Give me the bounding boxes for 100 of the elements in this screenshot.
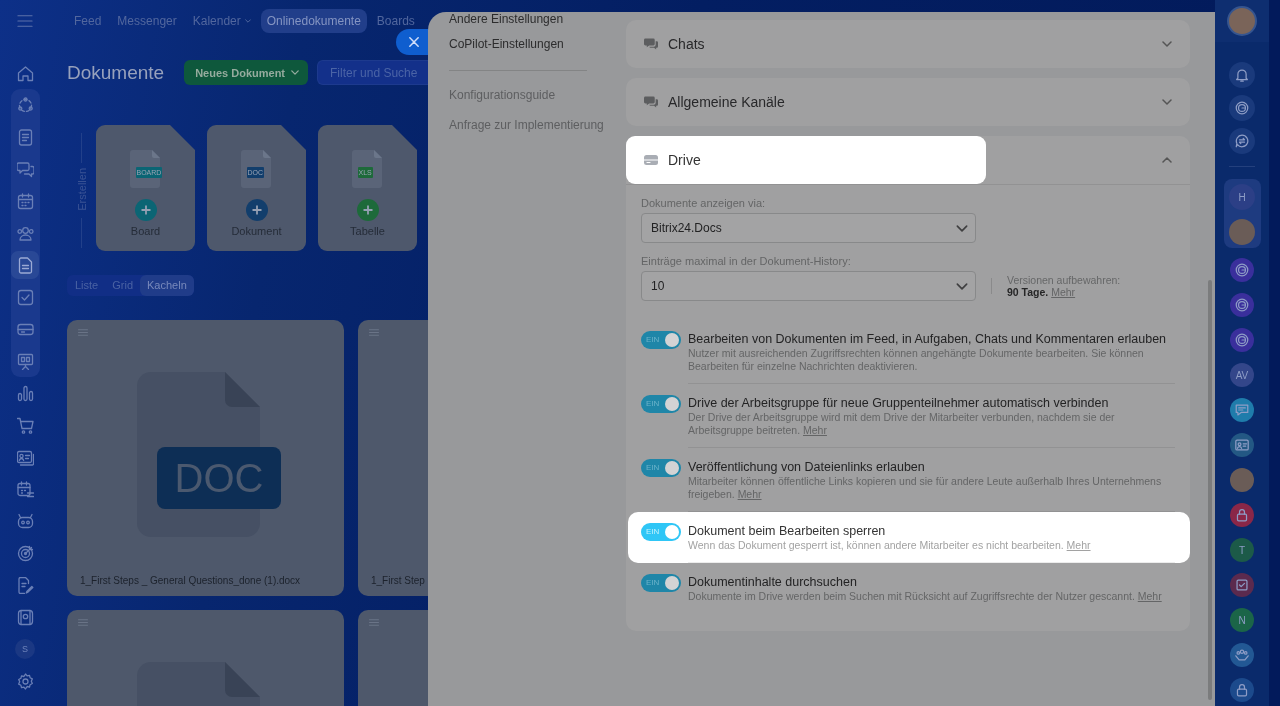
chat-arrows-icon: [1235, 134, 1249, 148]
chat-bubbles-icon: [644, 96, 658, 108]
file-name: 1_First Steps _ General Questions_done (1).docx: [80, 574, 302, 588]
settings-nav-item[interactable]: Andere Einstellungen: [449, 12, 564, 26]
more-link[interactable]: Mehr: [1051, 286, 1076, 298]
lock-icon: [1235, 683, 1249, 697]
bar-chart-icon: [16, 384, 34, 402]
quick-access-button[interactable]: [1229, 128, 1255, 154]
chat-bubbles-icon: [16, 160, 34, 178]
drag-handle-icon[interactable]: [78, 619, 88, 626]
toggle-switch[interactable]: EIN: [641, 395, 681, 413]
chat-avatar[interactable]: H: [1229, 184, 1255, 210]
chevron-up-icon[interactable]: [1162, 157, 1172, 163]
people-icon: [16, 224, 34, 242]
field-label: Einträge maximal in der Dokument-History:: [641, 254, 852, 268]
calendar-icon: [16, 192, 34, 210]
drag-handle-icon[interactable]: [369, 329, 379, 336]
nav-tab[interactable]: Boards: [370, 14, 421, 28]
drag-handle-icon[interactable]: [369, 619, 379, 626]
chat-avatar[interactable]: [1230, 643, 1254, 667]
user-avatar[interactable]: [1230, 468, 1254, 492]
help-link[interactable]: Konfigurationsguide: [449, 88, 556, 102]
caret-icon: [291, 70, 300, 75]
note-label: Versionen aufbewahren:: [1007, 274, 1121, 286]
user-avatar[interactable]: [1229, 219, 1255, 245]
home-icon: [16, 64, 34, 82]
chat-avatar[interactable]: T: [1230, 538, 1254, 562]
field-label: Dokumente anzeigen via:: [641, 196, 767, 210]
robot-icon: [16, 512, 34, 530]
chat-avatar[interactable]: [1230, 503, 1254, 527]
more-link[interactable]: Mehr: [1066, 539, 1091, 551]
section-header[interactable]: Allgemeine Kanäle: [626, 78, 785, 126]
rings-icon: [1235, 333, 1249, 347]
close-icon: [408, 37, 419, 47]
setting-title: Dokument beim Bearbeiten sperren: [688, 523, 887, 539]
contact-card-icon: [16, 448, 34, 466]
chat-avatar[interactable]: [1230, 398, 1254, 422]
file-icon: [351, 150, 382, 188]
dropdown-field[interactable]: Bitrix24.Docs: [641, 213, 976, 243]
dropdown-field[interactable]: 10: [641, 271, 976, 301]
rings-icon: [1235, 298, 1249, 312]
toggle-switch[interactable]: EIN: [641, 574, 681, 592]
chat-avatar[interactable]: [1230, 258, 1254, 282]
settings-nav-item[interactable]: CoPilot-Einstellungen: [449, 37, 564, 51]
menu-icon[interactable]: [17, 15, 33, 27]
user-avatar[interactable]: S: [15, 639, 35, 659]
file-name: 1_First Step: [371, 574, 426, 588]
chat-bubbles-icon: [644, 38, 658, 50]
calendar-list-icon: [16, 480, 34, 498]
view-tab[interactable]: Kacheln: [140, 275, 194, 296]
chevron-down-icon[interactable]: [1162, 99, 1172, 105]
more-link[interactable]: Mehr: [803, 424, 827, 436]
chat-avatar[interactable]: [1230, 573, 1254, 597]
chat-bubble-icon: [1235, 403, 1249, 417]
setting-title: Bearbeiten von Dokumenten im Feed, in Aufgaben, Chats und Kommentaren erlauben: [688, 331, 1168, 347]
more-link[interactable]: Mehr: [737, 488, 762, 500]
toggle-switch[interactable]: EIN: [641, 523, 681, 541]
setting-description: Wenn das Dokument gesperrt ist, können andere Mitarbeiter es nicht bearbeiten. Mehr: [688, 539, 1092, 552]
chat-avatar[interactable]: [1230, 293, 1254, 317]
help-link[interactable]: Anfrage zur Implementierung: [449, 118, 604, 132]
document-icon: [16, 256, 34, 274]
nav-tab[interactable]: Kalender: [186, 14, 257, 28]
view-tab[interactable]: Grid: [105, 275, 141, 296]
rings-icon: [1235, 101, 1249, 115]
chat-avatar[interactable]: [1230, 433, 1254, 457]
setting-title: Veröffentlichung von Dateienlinks erlauben: [688, 459, 926, 475]
chevron-down-icon: [956, 282, 968, 290]
sidebar-item[interactable]: [11, 251, 39, 279]
quick-access-button[interactable]: [1229, 62, 1255, 88]
user-avatar[interactable]: [1227, 6, 1257, 36]
file-icon: [240, 150, 271, 188]
retention-value: 90 Tage. Mehr: [1007, 286, 1077, 298]
quick-access-button[interactable]: [1229, 95, 1255, 121]
file-type-badge: DOC: [157, 447, 281, 509]
checkbox-icon: [1235, 578, 1249, 592]
rings-icon: [1235, 263, 1249, 277]
toggle-switch[interactable]: EIN: [641, 459, 681, 477]
section-header[interactable]: Chats: [626, 20, 705, 68]
page-title: Dokumente: [67, 61, 165, 85]
chevron-down-icon: [956, 224, 968, 232]
chat-avatar[interactable]: N: [1230, 608, 1254, 632]
chat-avatar[interactable]: [1230, 678, 1254, 702]
new-document-button[interactable]: Neues Dokument: [184, 60, 309, 85]
bell-icon: [1235, 68, 1249, 82]
toggle-switch[interactable]: EIN: [641, 331, 681, 349]
setting-title: Drive der Arbeitsgruppe für neue Gruppenteilnehmer automatisch verbinden: [688, 395, 1110, 411]
document-list-icon: [16, 128, 34, 146]
nav-tab[interactable]: Onlinedokumente: [260, 9, 367, 33]
drag-handle-icon[interactable]: [78, 329, 88, 336]
close-button[interactable]: [396, 29, 428, 55]
chevron-down-icon[interactable]: [1162, 41, 1172, 47]
chat-avatar[interactable]: AV: [1230, 363, 1254, 387]
nav-tab[interactable]: Feed: [68, 14, 108, 28]
more-link[interactable]: Mehr: [1137, 590, 1162, 602]
checkbox-icon: [16, 288, 34, 306]
chat-avatar[interactable]: [1230, 328, 1254, 352]
nav-tab[interactable]: Messenger: [111, 14, 183, 28]
section-header[interactable]: Drive: [626, 136, 986, 184]
settings-icon: [16, 672, 34, 690]
ring-dots-icon: [16, 96, 34, 114]
